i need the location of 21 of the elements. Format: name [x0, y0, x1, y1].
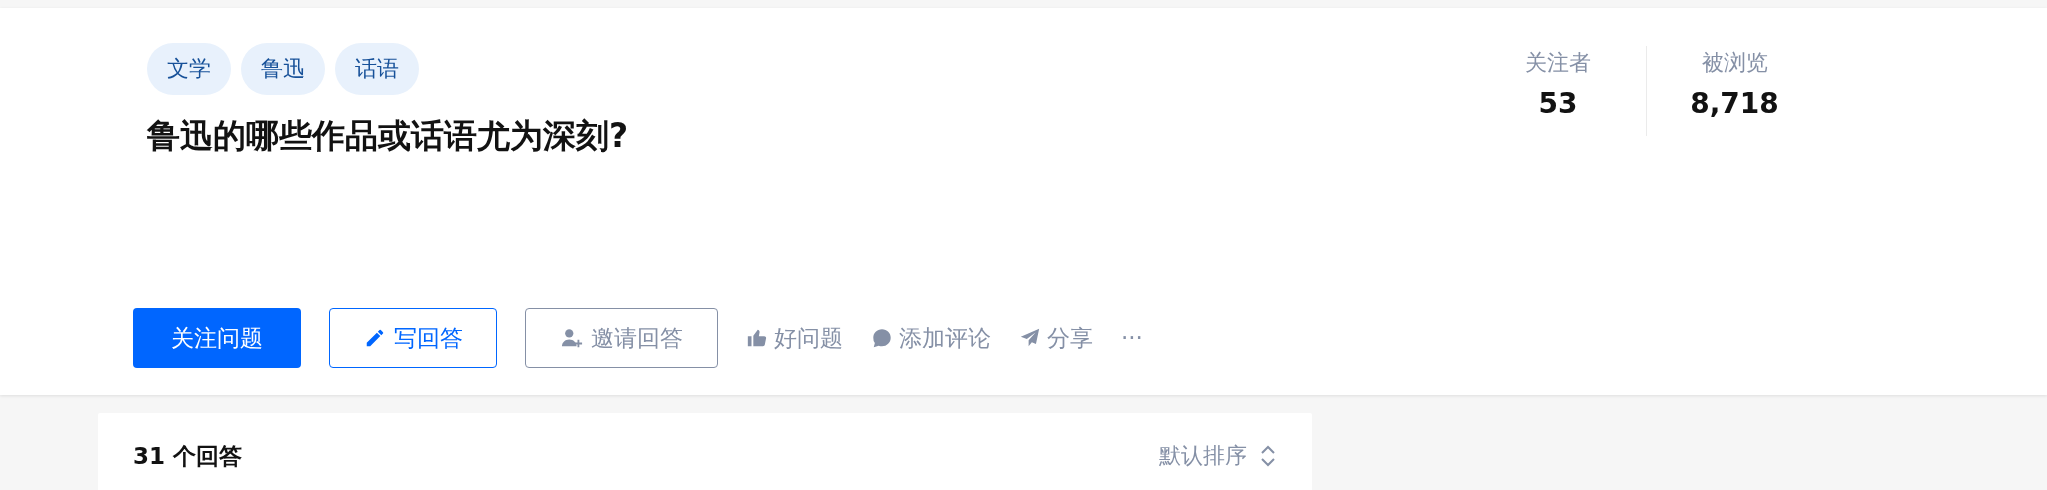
stat-label: 关注者 — [1525, 49, 1591, 77]
stat-value: 8,718 — [1690, 86, 1779, 122]
up-down-chevron-icon — [1259, 444, 1277, 467]
question-title: 鲁迅的哪些作品或话语尤为深刻? — [146, 115, 630, 157]
comment-icon — [871, 327, 893, 349]
good-question-button[interactable]: 好问题 — [746, 308, 843, 368]
invite-answer-button[interactable]: 邀请回答 — [525, 308, 718, 368]
topic-tag[interactable]: 话语 — [335, 43, 419, 95]
add-comment-button[interactable]: 添加评论 — [871, 308, 991, 368]
more-button[interactable]: ··· — [1121, 308, 1143, 368]
share-button[interactable]: 分享 — [1019, 308, 1093, 368]
answer-count: 31 个回答 — [133, 442, 242, 471]
add-user-icon — [560, 327, 583, 349]
sort-button[interactable]: 默认排序 — [1159, 439, 1277, 472]
follow-question-button[interactable]: 关注问题 — [133, 308, 301, 368]
topic-tag[interactable]: 文学 — [147, 43, 231, 95]
stat-value: 53 — [1538, 86, 1578, 122]
stat-label: 被浏览 — [1701, 49, 1768, 77]
thumbs-up-icon — [746, 327, 768, 349]
write-answer-button[interactable]: 写回答 — [329, 308, 497, 368]
topic-tag[interactable]: 鲁迅 — [241, 43, 325, 95]
